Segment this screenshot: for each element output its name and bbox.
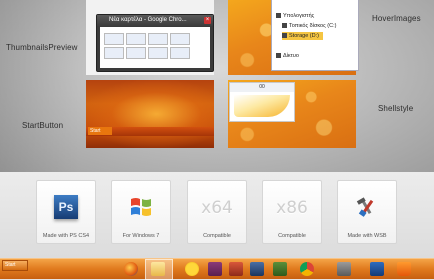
x64-icon: x64 (201, 198, 233, 218)
badge-x64: x64 Compatible (187, 180, 247, 244)
badge-caption: Made with WSB (347, 233, 387, 239)
start-button[interactable]: Start (2, 260, 28, 271)
network-icon (276, 53, 281, 59)
label-start-button: StartButton (22, 121, 64, 130)
window-title: Νέα καρτέλα - Google Chro... (97, 15, 213, 26)
photoshop-icon: Ps (54, 195, 78, 219)
label-shellstyle: Shellstyle (378, 104, 414, 113)
window-content (100, 27, 210, 68)
menu-swoosh (234, 95, 290, 117)
badge-caption: Compatible (278, 233, 306, 239)
chrome-thumbnail-window: Νέα καρτέλα - Google Chro... × (96, 14, 214, 72)
thumb-tile (170, 33, 190, 45)
shell-menu-preview: 00 (229, 82, 295, 122)
thumb-tile (170, 47, 190, 59)
windows-logo-icon (131, 198, 151, 216)
menu-header: 00 (230, 83, 294, 92)
duck-icon[interactable] (185, 262, 199, 276)
thumb-tile (148, 47, 168, 59)
thumb-tile (104, 33, 124, 45)
computer-icon (276, 13, 281, 19)
explorer-item[interactable]: Τοπικός δίσκος (C:) (282, 22, 336, 30)
badge-caption: Made with PS CS4 (42, 233, 90, 239)
badge-caption: For Windows 7 (122, 233, 160, 239)
thumb-tile (126, 33, 146, 45)
badge-x86: x86 Compatible (262, 180, 322, 244)
drive-icon (282, 23, 287, 29)
explorer-item-selected[interactable]: Storage (D:) (282, 32, 323, 40)
explorer-item[interactable]: Υπολογιστής (276, 12, 314, 20)
network-icon[interactable] (250, 262, 264, 276)
preview-area (0, 0, 434, 172)
badge-caption: Compatible (203, 233, 231, 239)
wsb-tools-icon (356, 197, 374, 217)
vlc-icon[interactable] (397, 262, 411, 276)
badge-wsb: Made with WSB (337, 180, 397, 244)
book-icon[interactable] (370, 262, 384, 276)
x86-icon: x86 (276, 198, 308, 218)
app-icon[interactable] (229, 262, 243, 276)
label-hover-images: HoverImages (372, 14, 421, 23)
label-thumbnails-preview: ThumbnailsPreview (6, 43, 78, 52)
tools-icon[interactable] (337, 262, 351, 276)
badge-photoshop: Ps Made with PS CS4 (36, 180, 96, 244)
badge-windows7: For Windows 7 (111, 180, 171, 244)
firefox-icon[interactable] (124, 262, 138, 276)
drive-icon (282, 33, 287, 39)
explorer-folder-icon[interactable] (151, 262, 165, 276)
chrome-icon[interactable] (300, 262, 314, 276)
media-player-icon[interactable] (208, 262, 222, 276)
explorer-item[interactable]: Δίκτυο (276, 52, 299, 60)
thumb-tile (104, 47, 124, 59)
thumb-tile (148, 33, 168, 45)
start-button-panel (86, 80, 214, 148)
explorer-nav-pane: Υπολογιστής Τοπικός δίσκος (C:) Storage … (271, 0, 359, 71)
close-icon: × (204, 17, 211, 24)
thumb-tile (126, 47, 146, 59)
start-preview-button: Start (88, 127, 112, 135)
settings-icon[interactable] (273, 262, 287, 276)
